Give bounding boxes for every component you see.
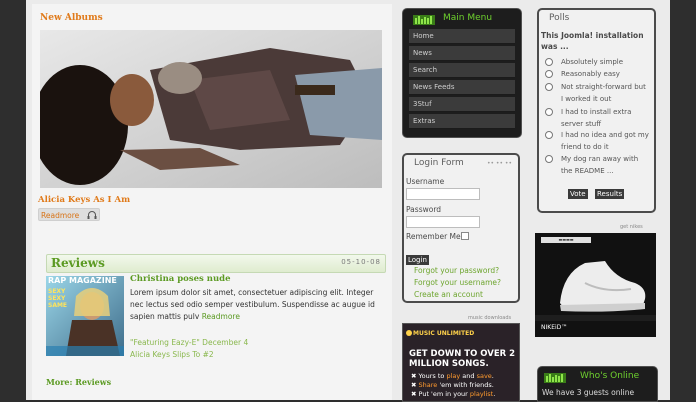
- poll-radio[interactable]: [545, 83, 553, 91]
- password-input[interactable]: [406, 216, 480, 228]
- vote-button[interactable]: Vote: [568, 189, 588, 199]
- login-form-title: Login Form: [414, 158, 464, 168]
- login-button[interactable]: Login: [406, 255, 429, 265]
- nikeid-brand: NIKEiD™: [541, 324, 568, 331]
- readmore-label: Readmore: [41, 211, 80, 220]
- music-ad-brand: MUSIC UNLIMITED: [413, 330, 475, 337]
- login-form: Login Form •• •• •• Username Password Re…: [402, 153, 520, 303]
- poll-radio[interactable]: [545, 108, 553, 116]
- whos-online-module: Who's Online We have 3 guests online: [537, 366, 658, 402]
- sneaker-icon: [535, 261, 656, 321]
- magazine-cover-image[interactable]: RAP MAGAZINE SEXY SEXY SAME: [46, 276, 124, 356]
- forgot-username-link[interactable]: Forgot your username?: [414, 278, 501, 287]
- music-ad-label: music downloads: [468, 315, 512, 321]
- music-unlimited-ad[interactable]: MUSIC UNLIMITED GET DOWN TO OVER 2 MILLI…: [402, 323, 520, 402]
- poll-radio[interactable]: [545, 70, 553, 78]
- menu-item-news-feeds[interactable]: News Feeds: [409, 80, 515, 95]
- review-link-alicia-keys[interactable]: Alicia Keys Slips To #2: [130, 350, 214, 359]
- username-input[interactable]: [406, 188, 480, 200]
- review-text: Lorem ipsum dolor sit amet, consectetuer…: [130, 287, 382, 323]
- more-reviews-link[interactable]: More: Reviews: [46, 377, 111, 387]
- menu-item-home[interactable]: Home: [409, 29, 515, 44]
- poll-radio[interactable]: [545, 131, 553, 139]
- main-menu: Main Menu Home News Search News Feeds 3S…: [402, 8, 522, 138]
- menu-item-news[interactable]: News: [409, 46, 515, 61]
- menu-item-3stuf[interactable]: 3Stuf: [409, 97, 515, 112]
- results-button[interactable]: Results: [595, 189, 625, 199]
- nike-shoe-ad[interactable]: ▬▬▬▬ NIKEiD™: [535, 233, 656, 337]
- username-label: Username: [406, 177, 445, 186]
- music-ad-line-2: ✖ Share 'em with friends.: [411, 381, 494, 389]
- whos-online-title: Who's Online: [580, 371, 640, 381]
- poll-question: This Joomla! installation was ...: [541, 31, 644, 51]
- forgot-password-link[interactable]: Forgot your password?: [414, 266, 499, 275]
- polls-module: Polls This Joomla! installation was ... …: [537, 8, 656, 213]
- remember-me-label: Remember Me: [406, 232, 461, 241]
- poll-radio[interactable]: [545, 58, 553, 66]
- remember-me-checkbox[interactable]: [461, 232, 469, 240]
- review-title[interactable]: Christina poses nude: [130, 274, 231, 284]
- headphones-icon: [87, 210, 97, 224]
- review-link-eazy-e[interactable]: "Featuring Eazy-E" December 4: [130, 338, 248, 347]
- new-albums-heading: New Albums: [40, 13, 103, 23]
- menu-item-search[interactable]: Search: [409, 63, 515, 78]
- poll-radio[interactable]: [545, 155, 553, 163]
- menu-item-extras[interactable]: Extras: [409, 114, 515, 129]
- reviews-heading: Reviews: [51, 256, 105, 270]
- album-readmore-button[interactable]: Readmore: [38, 208, 100, 221]
- album-caption[interactable]: Alicia Keys As I Am: [38, 195, 130, 205]
- create-account-link[interactable]: Create an account: [414, 290, 483, 299]
- shoe-ad-label: get nikes: [620, 224, 643, 230]
- login-form-dots: •• •• ••: [486, 160, 512, 167]
- music-ad-headline: GET DOWN TO OVER 2 MILLION SONGS.: [409, 349, 516, 369]
- whos-online-text: We have 3 guests online: [542, 388, 635, 397]
- music-ad-line-1: ✖ Yours to play and save.: [411, 372, 494, 380]
- reviews-header: Reviews 05-10-08: [46, 254, 386, 273]
- review-readmore-link[interactable]: Readmore: [202, 312, 240, 321]
- album-photo[interactable]: [40, 30, 382, 188]
- equalizer-icon: [413, 13, 435, 27]
- password-label: Password: [406, 205, 442, 214]
- reviews-date: 05-10-08: [341, 258, 381, 266]
- main-menu-title: Main Menu: [443, 13, 493, 23]
- music-ad-line-3: ✖ Put 'em in your playlist.: [411, 390, 496, 398]
- polls-title: Polls: [549, 13, 570, 23]
- equalizer-icon: [544, 371, 566, 385]
- review-body: Lorem ipsum dolor sit amet, consectetuer…: [130, 288, 375, 321]
